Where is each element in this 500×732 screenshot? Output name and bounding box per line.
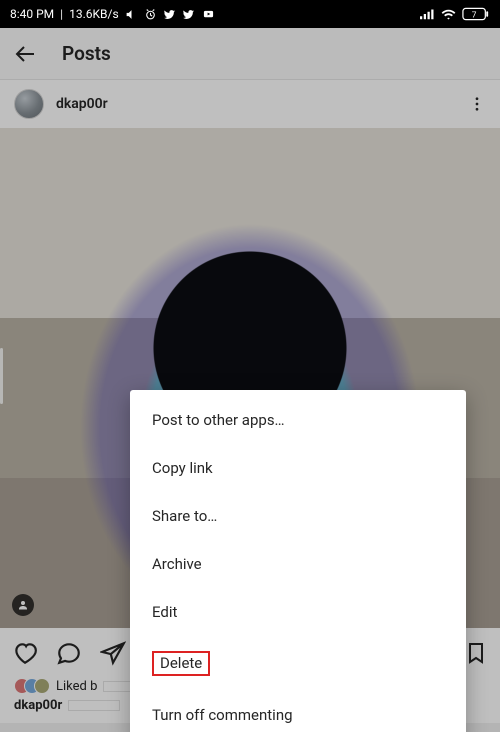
menu-delete[interactable]: Delete <box>130 636 466 691</box>
liked-by-text: Liked b <box>56 679 97 694</box>
mute-icon <box>125 8 138 21</box>
status-right: 7 <box>420 7 490 22</box>
android-status-bar: 8:40 PM | 13.6KB/s 7 <box>0 0 500 28</box>
app-bar: Posts <box>0 28 500 80</box>
wifi-icon <box>441 7 456 22</box>
tagged-people-badge[interactable] <box>12 594 34 616</box>
status-separator: | <box>60 7 63 21</box>
share-icon[interactable] <box>100 640 126 666</box>
alarm-icon <box>144 8 157 21</box>
avatar[interactable] <box>14 89 44 119</box>
menu-delete-label: Delete <box>152 651 210 676</box>
caption-redact <box>68 700 120 711</box>
scroll-indicator <box>0 348 3 404</box>
status-time: 8:40 PM <box>10 7 54 21</box>
caption-username[interactable]: dkap00r <box>14 698 62 713</box>
comment-icon[interactable] <box>56 640 82 666</box>
like-icon[interactable] <box>12 640 38 666</box>
battery-icon: 7 <box>462 7 490 21</box>
menu-share-to[interactable]: Share to… <box>130 492 466 540</box>
menu-copy-link[interactable]: Copy link <box>130 444 466 492</box>
battery-text: 7 <box>472 10 477 20</box>
post-username[interactable]: dkap00r <box>56 96 456 112</box>
page-title: Posts <box>62 42 111 65</box>
twitter-icon-2 <box>182 8 195 21</box>
menu-turn-off-commenting[interactable]: Turn off commenting <box>130 691 466 732</box>
status-left: 8:40 PM | 13.6KB/s <box>10 7 216 21</box>
bookmark-icon[interactable] <box>464 641 488 665</box>
post-header: dkap00r <box>0 80 500 128</box>
more-icon[interactable] <box>468 95 486 113</box>
menu-edit[interactable]: Edit <box>130 588 466 636</box>
signal-icon <box>420 8 435 20</box>
app-content: Posts dkap00r <box>0 28 500 732</box>
back-icon[interactable] <box>14 42 38 66</box>
menu-archive[interactable]: Archive <box>130 540 466 588</box>
twitter-icon <box>163 8 176 21</box>
liker-avatars <box>14 678 50 694</box>
status-net-rate: 13.6KB/s <box>69 7 119 21</box>
post-options-menu: Post to other apps… Copy link Share to… … <box>130 390 466 732</box>
youtube-icon <box>201 9 216 20</box>
menu-post-to-other-apps[interactable]: Post to other apps… <box>130 396 466 444</box>
